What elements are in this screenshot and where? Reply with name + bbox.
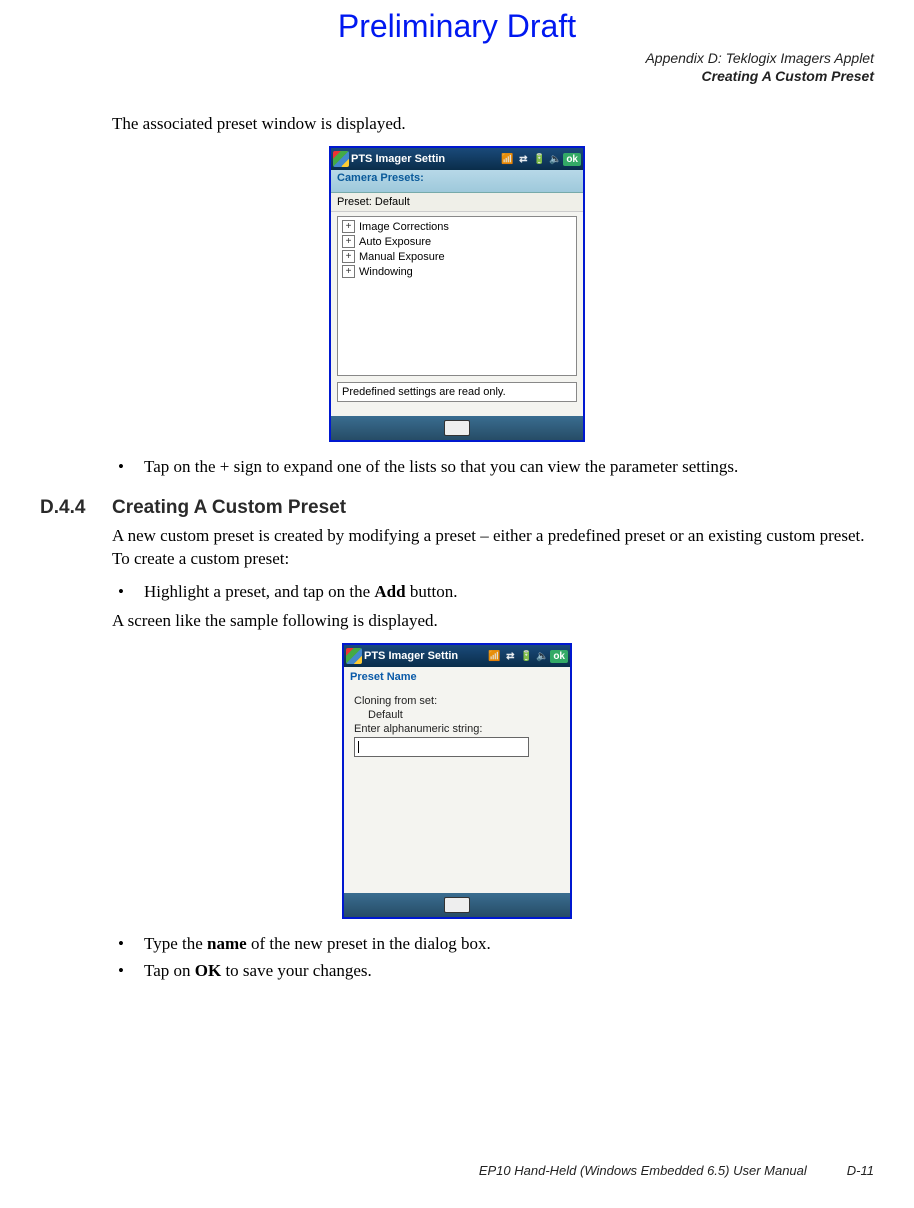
bullet-text: Type the name of the new preset in the d… [144, 933, 874, 956]
tree-item-windowing[interactable]: + Windowing [340, 264, 574, 279]
header-section: Creating A Custom Preset [40, 67, 874, 85]
cloning-from-label: Cloning from set: [354, 695, 560, 707]
keyboard-icon[interactable] [444, 897, 470, 913]
device-title: PTS Imager Settin [351, 153, 445, 165]
page-footer: EP10 Hand-Held (Windows Embedded 6.5) Us… [40, 1163, 874, 1178]
signal-icon[interactable]: 📶 [501, 153, 513, 165]
header-appendix: Appendix D: Teklogix Imagers Applet [40, 49, 874, 67]
tree-item-label: Auto Exposure [359, 236, 431, 248]
footer-page-number: D-11 [847, 1163, 874, 1178]
text-caret [358, 741, 359, 753]
intro-paragraph: The associated preset window is displaye… [112, 113, 874, 136]
network-icon[interactable]: ⇄ [517, 153, 529, 165]
screenshot-camera-presets: PTS Imager Settin 📶 ⇄ 🔋 🔈 ok Camera Pres… [329, 146, 585, 442]
bullet-dot: • [112, 581, 144, 604]
bullet-tap-ok: • Tap on OK to save your changes. [112, 960, 874, 983]
battery-icon[interactable]: 🔋 [533, 153, 545, 165]
tab-preset-name[interactable]: Preset Name [344, 667, 570, 689]
expand-icon[interactable]: + [342, 250, 355, 263]
ok-button[interactable]: ok [563, 153, 581, 166]
tree-item-label: Windowing [359, 266, 413, 278]
windows-flag-icon[interactable] [333, 151, 349, 167]
signal-icon[interactable]: 📶 [488, 650, 500, 662]
device-titlebar: PTS Imager Settin 📶 ⇄ 🔋 🔈 ok [344, 645, 570, 667]
preset-tree[interactable]: + Image Corrections + Auto Exposure + Ma… [337, 216, 577, 376]
bullet-dot: • [112, 456, 144, 479]
windows-flag-icon[interactable] [346, 648, 362, 664]
bullet-dot: • [112, 933, 144, 956]
bullet-expand: • Tap on the + sign to expand one of the… [112, 456, 874, 479]
expand-icon[interactable]: + [342, 235, 355, 248]
bullet-type-name: • Type the name of the new preset in the… [112, 933, 874, 956]
bullet-text: Tap on the + sign to expand one of the l… [144, 456, 874, 479]
watermark-text: Preliminary Draft [40, 0, 874, 49]
tree-item-image-corrections[interactable]: + Image Corrections [340, 219, 574, 234]
expand-icon[interactable]: + [342, 220, 355, 233]
page-header: Appendix D: Teklogix Imagers Applet Crea… [40, 49, 874, 85]
preset-dropdown[interactable]: Preset: Default [331, 193, 583, 212]
bullet-dot: • [112, 960, 144, 983]
volume-icon[interactable]: 🔈 [549, 153, 561, 165]
readonly-hint: Predefined settings are read only. [337, 382, 577, 402]
battery-icon[interactable]: 🔋 [520, 650, 532, 662]
bullet-text: Highlight a preset, and tap on the Add b… [144, 581, 874, 604]
footer-manual-title: EP10 Hand-Held (Windows Embedded 6.5) Us… [479, 1163, 807, 1178]
tree-item-label: Manual Exposure [359, 251, 445, 263]
enter-string-label: Enter alphanumeric string: [354, 723, 560, 735]
tree-item-manual-exposure[interactable]: + Manual Exposure [340, 249, 574, 264]
pre-screenshot-paragraph: A screen like the sample following is di… [112, 610, 874, 633]
preset-name-input[interactable] [354, 737, 529, 757]
network-icon[interactable]: ⇄ [504, 650, 516, 662]
expand-icon[interactable]: + [342, 265, 355, 278]
screenshot-preset-name: PTS Imager Settin 📶 ⇄ 🔋 🔈 ok Preset Name… [342, 643, 572, 919]
keyboard-icon[interactable] [444, 420, 470, 436]
tree-item-label: Image Corrections [359, 221, 449, 233]
section-intro-paragraph: A new custom preset is created by modify… [112, 525, 874, 571]
section-number: D.4.4 [40, 497, 112, 519]
device-titlebar: PTS Imager Settin 📶 ⇄ 🔋 🔈 ok [331, 148, 583, 170]
device-bottombar [344, 893, 570, 917]
bullet-text: Tap on OK to save your changes. [144, 960, 874, 983]
section-title: Creating A Custom Preset [112, 497, 346, 519]
volume-icon[interactable]: 🔈 [536, 650, 548, 662]
cloning-from-value: Default [354, 709, 560, 721]
device-title: PTS Imager Settin [364, 650, 458, 662]
ok-button[interactable]: ok [550, 650, 568, 663]
device-bottombar [331, 416, 583, 440]
tab-camera-presets[interactable]: Camera Presets: [331, 170, 583, 193]
tree-item-auto-exposure[interactable]: + Auto Exposure [340, 234, 574, 249]
bullet-highlight-add: • Highlight a preset, and tap on the Add… [112, 581, 874, 604]
